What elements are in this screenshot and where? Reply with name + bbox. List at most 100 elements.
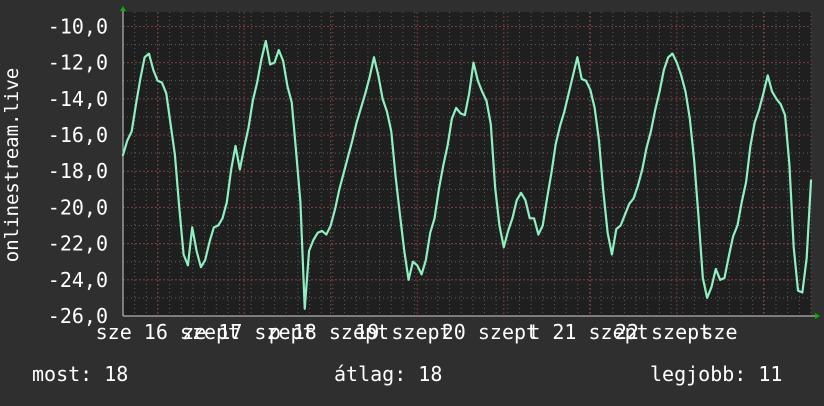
series-1-point-1	[122, 154, 124, 156]
x-tick-label-5: 20 szept	[442, 320, 538, 344]
series-1-point-31	[252, 99, 254, 102]
series-1-point-142	[732, 235, 734, 238]
series-1-point-127	[667, 56, 670, 59]
series-1-point-48	[325, 233, 328, 236]
series-1-point-97	[537, 233, 540, 236]
series-1-point-60	[377, 74, 380, 77]
series-1-point-20	[204, 259, 207, 261]
series-1-point-59	[373, 56, 375, 59]
plot-background-group	[123, 12, 811, 316]
series-1-point-148	[758, 108, 760, 111]
series-1-point-100	[550, 172, 553, 174]
y-tick-label-2: -12,0	[48, 51, 108, 75]
series-1-point-141	[727, 255, 730, 258]
series-1-point-158	[801, 291, 804, 294]
series-1-point-29	[243, 146, 245, 149]
series-1-point-94	[524, 199, 527, 201]
series-1-point-57	[364, 92, 367, 95]
series-1-point-153	[779, 103, 782, 106]
series-1-point-15	[182, 253, 185, 256]
series-1-point-85	[485, 99, 488, 102]
series-1-point-128	[671, 52, 674, 55]
series-1-point-151	[771, 90, 773, 93]
series-1-point-2	[126, 139, 129, 142]
y-tick-label-1: -10,0	[48, 14, 108, 38]
series-1-point-136	[706, 297, 708, 299]
series-1-point-76	[446, 145, 449, 147]
series-1-point-68	[412, 260, 414, 263]
series-1-point-74	[438, 188, 440, 191]
series-1-point-80	[464, 114, 466, 116]
series-1-point-28	[239, 168, 241, 171]
series-1-point-93	[520, 192, 522, 194]
y-axis-label-group: onlinestream.live	[1, 68, 23, 262]
series-1-point-133	[693, 159, 695, 162]
series-1-point-27	[234, 145, 237, 147]
series-1-point-61	[381, 98, 384, 100]
x-tick-label-8: sze	[701, 320, 737, 344]
y-tick-label-group: -10,0 -12,0 -14,0 -16,0 -18,0 -20,0 -22,0 -24,0…	[48, 14, 108, 328]
series-1-point-89	[502, 246, 505, 249]
series-1-point-51	[338, 188, 341, 191]
series-1-point-107	[580, 78, 583, 80]
series-1-point-98	[541, 224, 544, 227]
series-1-point-23	[217, 224, 219, 227]
series-1-point-150	[766, 74, 769, 77]
series-1-point-17	[191, 226, 194, 229]
series-1-point-73	[433, 217, 436, 220]
series-1-point-116	[619, 224, 622, 227]
series-1-point-4	[135, 103, 137, 106]
series-1-point-78	[455, 107, 457, 109]
plot-background	[123, 12, 811, 316]
series-1-point-103	[563, 110, 566, 113]
series-1-point-112	[602, 190, 605, 192]
series-1-point-90	[507, 230, 509, 232]
series-1-point-106	[576, 56, 579, 59]
series-1-point-16	[187, 264, 189, 267]
series-1-point-115	[615, 228, 618, 230]
series-1-point-66	[403, 250, 406, 252]
series-1-point-119	[632, 197, 635, 200]
series-1-point-140	[723, 277, 726, 279]
y-tick-label-8: -24,0	[48, 268, 108, 292]
series-1-point-55	[355, 121, 358, 124]
series-1-point-137	[710, 286, 713, 288]
series-1-point-54	[351, 139, 354, 142]
series-1-point-71	[425, 259, 427, 261]
series-1-point-122	[645, 146, 648, 149]
series-1-point-64	[394, 175, 397, 178]
series-1-point-114	[611, 253, 613, 256]
y-axis-arrow	[120, 6, 126, 11]
series-1-point-117	[624, 213, 626, 216]
series-1-point-81	[468, 92, 470, 95]
current-value-stat: most: 18	[32, 362, 129, 386]
series-1-point-38	[282, 60, 284, 62]
series-1-point-155	[788, 163, 791, 165]
series-1-point-105	[572, 74, 574, 77]
series-1-point-49	[329, 224, 332, 227]
series-1-point-152	[775, 98, 778, 100]
series-1-point-129	[676, 61, 678, 64]
best-value-stat: legjobb: 11	[650, 362, 783, 386]
series-1-point-8	[152, 69, 155, 71]
series-1-point-111	[598, 139, 600, 142]
y-tick-label-5: -18,0	[48, 159, 108, 183]
series-1-point-13	[174, 154, 176, 156]
x-tick-label-7: 22 szept	[615, 320, 711, 344]
series-1-point-84	[481, 90, 483, 93]
series-1-point-154	[784, 114, 786, 116]
series-1-point-131	[684, 90, 687, 93]
series-1-point-26	[230, 168, 232, 171]
series-1-point-102	[559, 125, 561, 127]
series-1-point-79	[459, 112, 462, 115]
series-1-point-62	[386, 110, 388, 113]
series-1-point-135	[702, 277, 704, 279]
series-1-point-109	[589, 89, 592, 91]
series-1-point-33	[260, 58, 263, 60]
series-1-point-36	[273, 61, 276, 64]
series-1-point-159	[805, 257, 808, 259]
series-1-point-39	[286, 85, 289, 87]
y-tick-label-6: -20,0	[48, 195, 108, 219]
series-1-point-86	[489, 123, 492, 125]
average-value-stat: átlag: 18	[334, 362, 443, 386]
